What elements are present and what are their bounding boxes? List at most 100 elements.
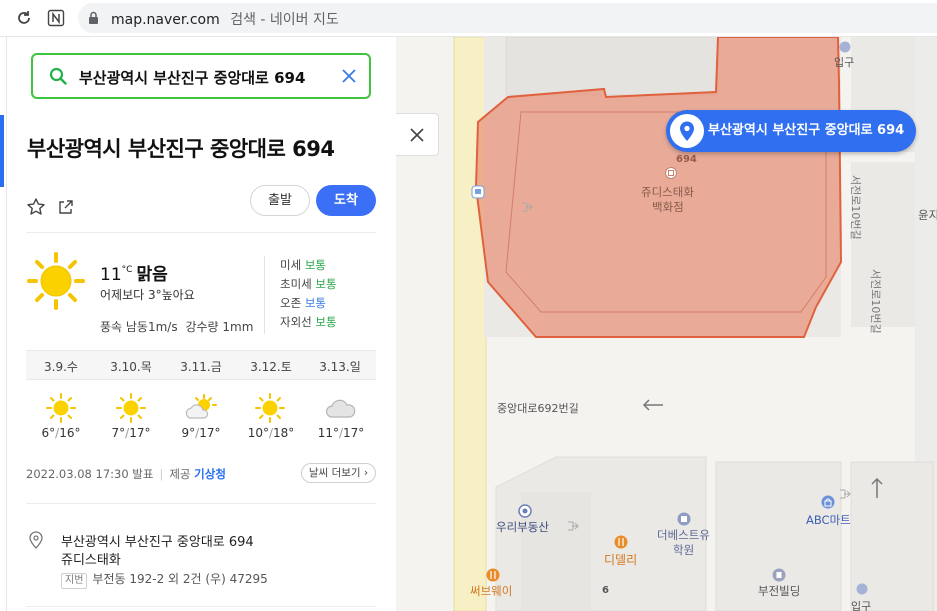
sun-icon [46,393,76,423]
air-item: 미세 보통 [280,258,326,272]
road-address[interactable]: 부산광역시 부산진구 중앙대로 694 [61,531,254,550]
forecast-day: 3.11.금 [180,360,222,374]
forecast-temp: 10°/18° [247,426,295,440]
wind-speed: 풍속 남동1m/s [100,320,178,334]
map-label-bujeon: 부전빌딩 [758,584,801,598]
map-label-academy-sub: 학원 [673,543,695,557]
temp-unit: °C [121,265,133,275]
entrance-icon [568,521,579,531]
place-title: 부산광역시 부산진구 중앙대로 694 [27,137,335,161]
forecast-day: 3.13.일 [319,360,361,374]
map-label-realty: 우리부동산 [496,520,549,534]
rainfall: 강수량 1mm [185,320,254,334]
depart-button[interactable]: 출발 [250,185,310,216]
weather-more-button[interactable]: 날씨 더보기 › [301,463,376,483]
search-icon [49,67,67,85]
entrance-poi-icon[interactable] [856,583,868,595]
page-title: 검색 - 네이버 지도 [230,12,339,28]
callout-text: 부산광역시 부산진구 중앙대로 694 [708,123,905,138]
map-label-dideli: 디델리 [604,553,638,567]
url-text[interactable]: map.naver.com 검색 - 네이버 지도 [111,9,339,29]
issued-time: 2022.03.08 17:30 발표 [26,467,154,481]
search-input[interactable]: 부산광역시 부산진구 중앙대로 694 [79,67,305,88]
naver-extension-icon[interactable] [47,9,65,27]
sun-icon [27,252,85,310]
divider [26,503,376,504]
forecast-day: 3.10.목 [110,360,152,374]
share-icon[interactable] [57,198,75,216]
map-label-building-sub: 백화점 [652,200,684,214]
realty-poi-icon[interactable] [518,504,532,518]
provider-prefix: 제공 [169,467,191,481]
jibun-tag: 지번 [61,573,88,589]
provider-link[interactable]: 기상청 [194,467,226,481]
air-item: 초미세 보통 [280,277,337,291]
weather-condition: 맑음 [136,265,168,285]
star-icon[interactable] [26,197,46,217]
place-panel: 부산광역시 부산진구 중앙대로 694 부산광역시 부산진구 중앙대로 694 … [7,37,396,611]
forecast-temp: 9°/17° [181,426,221,440]
restaurant-poi-icon[interactable] [486,568,500,582]
forecast-temp: 6°/16° [41,426,81,440]
map-label-entrance: 입구 [851,600,872,611]
reload-icon[interactable] [15,9,33,27]
building-poi-icon[interactable] [772,568,786,582]
air-quality-list: 미세 보통 초미세 보통 오존 보통 자외선 보통 [264,256,337,334]
forecast-temp: 11°/17° [317,426,365,440]
map-label-building-no: 694 [676,154,697,165]
wind-rain: 풍속 남동1m/s 강수량 1mm [100,318,253,335]
academy-poi-icon[interactable] [677,512,691,526]
forecast-day: 3.12.토 [250,360,292,374]
url-domain: map.naver.com [111,12,220,28]
air-item: 자외선 보통 [280,315,337,329]
map-label-entrance: 입구 [834,56,855,69]
building-poi-icon[interactable] [665,167,677,179]
callout-pin [670,114,704,148]
location-pin-icon [29,531,43,549]
forecast-day: 3.9.수 [44,360,78,374]
forecast-header: 3.9.수 3.10.목 3.11.금 3.12.토 3.13.일 [26,350,376,380]
close-icon [410,128,424,142]
arrow-up-icon [871,477,883,498]
subway-poi-icon[interactable] [471,185,485,199]
map-label-number: 6 [602,585,609,596]
search-box[interactable]: 부산광역시 부산진구 중앙대로 694 [31,53,371,99]
map-address-callout[interactable]: 부산광역시 부산진구 중앙대로 694 [666,110,917,152]
browser-toolbar: map.naver.com 검색 - 네이버 지도 [0,0,937,37]
entrance-icon [522,202,533,212]
lock-icon [89,11,98,24]
arrive-button[interactable]: 도착 [316,185,376,216]
cloud-icon [325,399,356,418]
yesterday-compare: 어제보다 3°높아요 [100,288,195,302]
map-label-road: 중앙대로692번길 [497,402,579,415]
map-label-academy: 더베스트유 [657,528,710,542]
left-rail [0,37,7,611]
location-pin-icon [680,121,694,141]
partly-cloudy-icon [185,394,217,419]
weather-issued: 2022.03.08 17:30 발표 | 제공 기상청 [26,467,226,481]
divider [26,232,376,233]
map-label-abc: ABC마트 [806,513,851,527]
jibun-address: 지번 부전동 192-2 외 2건 (우) 47295 [61,570,268,589]
map-label-yunji: 윤지 [918,208,937,222]
sun-icon [255,393,285,423]
shopping-poi-icon[interactable] [821,495,835,509]
map-label-subway: 써브웨이 [470,584,513,598]
sun-icon [116,393,146,423]
map-label-road: 서전로10번길 [849,175,862,240]
active-indicator [0,115,4,187]
map-label-road: 서전로10번길 [869,269,882,334]
entrance-poi-icon[interactable] [839,41,851,53]
temp-value: 11 [100,265,122,285]
arrow-left-icon [642,399,663,411]
entrance-icon [840,489,851,499]
air-item: 오존 보통 [280,296,326,310]
building-name: 쥬디스태화 [61,553,121,568]
map-label-building: 쥬디스태화 [641,185,694,199]
clear-icon[interactable] [339,66,359,86]
close-panel-button[interactable] [396,113,439,156]
divider [26,606,376,607]
forecast-temp: 7°/17° [111,426,151,440]
current-temperature: 11°C 맑음 [100,260,168,285]
restaurant-poi-icon[interactable] [614,535,628,549]
